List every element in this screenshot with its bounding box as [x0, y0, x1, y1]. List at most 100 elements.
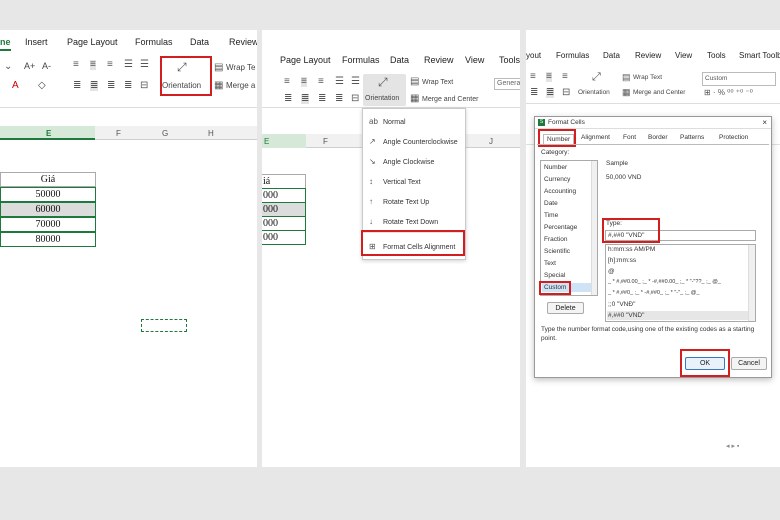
category-scrollbar[interactable]	[591, 161, 597, 295]
number-format-select[interactable]: Custom	[702, 72, 776, 86]
tab-patterns[interactable]: Patterns	[680, 134, 704, 141]
outdent-icon[interactable]: ☰	[351, 77, 360, 87]
tab-formulas[interactable]: Formulas	[135, 37, 173, 47]
format-item[interactable]: _ * #,##0_ ;_ * -#,##0_ ;_ * "-"_ ;_ @_	[608, 290, 699, 296]
tab-formulas[interactable]: Formulas	[342, 55, 380, 65]
outdent-icon[interactable]: ☰	[140, 60, 149, 70]
align-right-icon[interactable]: ≣	[107, 81, 115, 91]
col-header-f[interactable]: F	[323, 137, 328, 146]
merge-button[interactable]: Merge a	[226, 81, 255, 91]
menu-item-rotate-down[interactable]: ↓ Rotate Text Down	[369, 217, 438, 226]
category-item[interactable]: Currency	[544, 176, 570, 183]
category-item[interactable]: Time	[544, 212, 558, 219]
col-header-e[interactable]: E	[264, 137, 269, 146]
font-color-button[interactable]: A	[12, 81, 19, 91]
col-header-f[interactable]: F	[116, 129, 121, 138]
tab-insert[interactable]: Insert	[25, 37, 48, 47]
tab-review[interactable]: Review	[229, 37, 257, 47]
tab-tools[interactable]: Tools	[707, 51, 726, 60]
format-item[interactable]: _ * #,##0.00_ ;_ * -#,##0.00_ ;_ * "-"??…	[608, 279, 721, 285]
orientation-button[interactable]: Orientation	[578, 88, 610, 98]
menu-item-angle-counterclockwise[interactable]: ↗ Angle Counterclockwise	[369, 137, 458, 146]
align-bottom-icon[interactable]: ≡	[107, 60, 113, 70]
tab-view[interactable]: View	[465, 55, 484, 65]
distributed-icon[interactable]: ⊟	[351, 94, 359, 104]
price-cell[interactable]: 80000	[0, 232, 96, 247]
wrap-text-button[interactable]: Wrap Te	[226, 63, 256, 73]
tab-data[interactable]: Data	[190, 37, 209, 47]
category-item[interactable]: Accounting	[544, 188, 576, 195]
align-left-icon[interactable]: ≣	[530, 88, 538, 98]
merge-button[interactable]: Merge and Center	[633, 88, 685, 98]
format-item[interactable]: @	[608, 268, 615, 275]
format-item-selected[interactable]: #,##0 "VND"	[607, 311, 748, 320]
price-cell[interactable]: 000	[262, 188, 306, 203]
align-center-icon[interactable]: ≣	[90, 81, 99, 91]
wrap-text-button[interactable]: Wrap Text	[422, 78, 453, 88]
category-item[interactable]: Special	[544, 272, 565, 279]
format-item[interactable]: h:mm:ss AM/PM	[608, 246, 655, 253]
tab-data[interactable]: Data	[603, 51, 620, 60]
category-item[interactable]: Text	[544, 260, 556, 267]
currency-icon[interactable]: ⊞ · % ⁰⁰ ⁺⁰ ⁻⁰	[704, 88, 753, 98]
sheet-scroll-controls[interactable]: ◂ ▸ ▪	[726, 442, 780, 452]
align-left-icon[interactable]: ≣	[284, 94, 292, 104]
format-list[interactable]: h:mm:ss AM/PM [h]:mm:ss @ _ * #,##0.00_ …	[605, 244, 756, 322]
wrap-text-button[interactable]: Wrap Text	[633, 73, 662, 83]
align-middle-icon[interactable]: ≡	[90, 60, 96, 70]
delete-button[interactable]: Delete	[547, 302, 584, 314]
price-header-cell[interactable]: Giá	[0, 172, 96, 187]
orientation-button[interactable]: Orientation	[365, 94, 399, 104]
price-cell[interactable]: 000	[262, 230, 306, 245]
price-cell[interactable]: 60000	[0, 202, 96, 217]
align-bottom-icon[interactable]: ≡	[318, 77, 324, 87]
decrease-font-button[interactable]: A-	[42, 61, 51, 71]
tab-page-layout[interactable]: Page Layout	[280, 55, 331, 65]
tab-review[interactable]: Review	[635, 51, 661, 60]
category-item[interactable]: Number	[544, 164, 567, 171]
col-header-e[interactable]: E	[46, 129, 51, 138]
menu-item-vertical-text[interactable]: ↕ Vertical Text	[369, 177, 421, 186]
distributed-icon[interactable]: ⊟	[140, 81, 148, 91]
align-center-icon[interactable]: ≣	[301, 94, 310, 104]
tab-home[interactable]: ne	[0, 37, 11, 51]
format-item[interactable]: ;;0 "VNĐ"	[608, 301, 635, 308]
tab-view[interactable]: View	[675, 51, 692, 60]
fill-color-button[interactable]: ◇	[38, 81, 46, 91]
tab-page-layout[interactable]: yout	[526, 51, 541, 60]
price-header-cell[interactable]: iá	[262, 174, 306, 189]
justify-icon[interactable]: ≣	[335, 94, 343, 104]
tab-data[interactable]: Data	[390, 55, 409, 65]
price-cell[interactable]: 50000	[0, 187, 96, 202]
tab-border[interactable]: Border	[648, 134, 668, 141]
format-item[interactable]: [h]:mm:ss	[608, 257, 636, 264]
align-middle-icon[interactable]: ≡	[546, 72, 552, 82]
align-top-icon[interactable]: ≡	[73, 60, 79, 70]
align-top-icon[interactable]: ≡	[284, 77, 290, 87]
chevron-down-icon[interactable]: ⌄	[4, 62, 12, 72]
category-list[interactable]: Number Currency Accounting Date Time Per…	[540, 160, 598, 296]
tab-formulas[interactable]: Formulas	[556, 51, 589, 60]
increase-font-button[interactable]: A+	[24, 61, 35, 71]
category-item[interactable]: Date	[544, 200, 558, 207]
cancel-button[interactable]: Cancel	[731, 357, 767, 370]
tab-alignment[interactable]: Alignment	[581, 134, 610, 141]
distributed-icon[interactable]: ⊟	[562, 88, 570, 98]
col-header-g[interactable]: G	[162, 129, 168, 138]
menu-item-rotate-up[interactable]: ↑ Rotate Text Up	[369, 197, 429, 206]
align-top-icon[interactable]: ≡	[530, 72, 536, 82]
justify-icon[interactable]: ≣	[124, 81, 132, 91]
tab-page-layout[interactable]: Page Layout	[67, 37, 118, 47]
number-format-select[interactable]: Genera	[494, 78, 520, 90]
price-cell[interactable]: 70000	[0, 217, 96, 232]
merge-button[interactable]: Merge and Center	[422, 95, 478, 105]
tab-protection[interactable]: Protection	[719, 134, 748, 141]
indent-icon[interactable]: ☰	[335, 77, 344, 87]
price-cell[interactable]: 000	[262, 216, 306, 231]
category-item[interactable]: Percentage	[544, 224, 577, 231]
align-right-icon[interactable]: ≣	[318, 94, 326, 104]
col-header-h[interactable]: H	[208, 129, 214, 138]
align-bottom-icon[interactable]: ≡	[562, 72, 568, 82]
align-middle-icon[interactable]: ≡	[301, 77, 307, 87]
align-left-icon[interactable]: ≣	[73, 81, 81, 91]
